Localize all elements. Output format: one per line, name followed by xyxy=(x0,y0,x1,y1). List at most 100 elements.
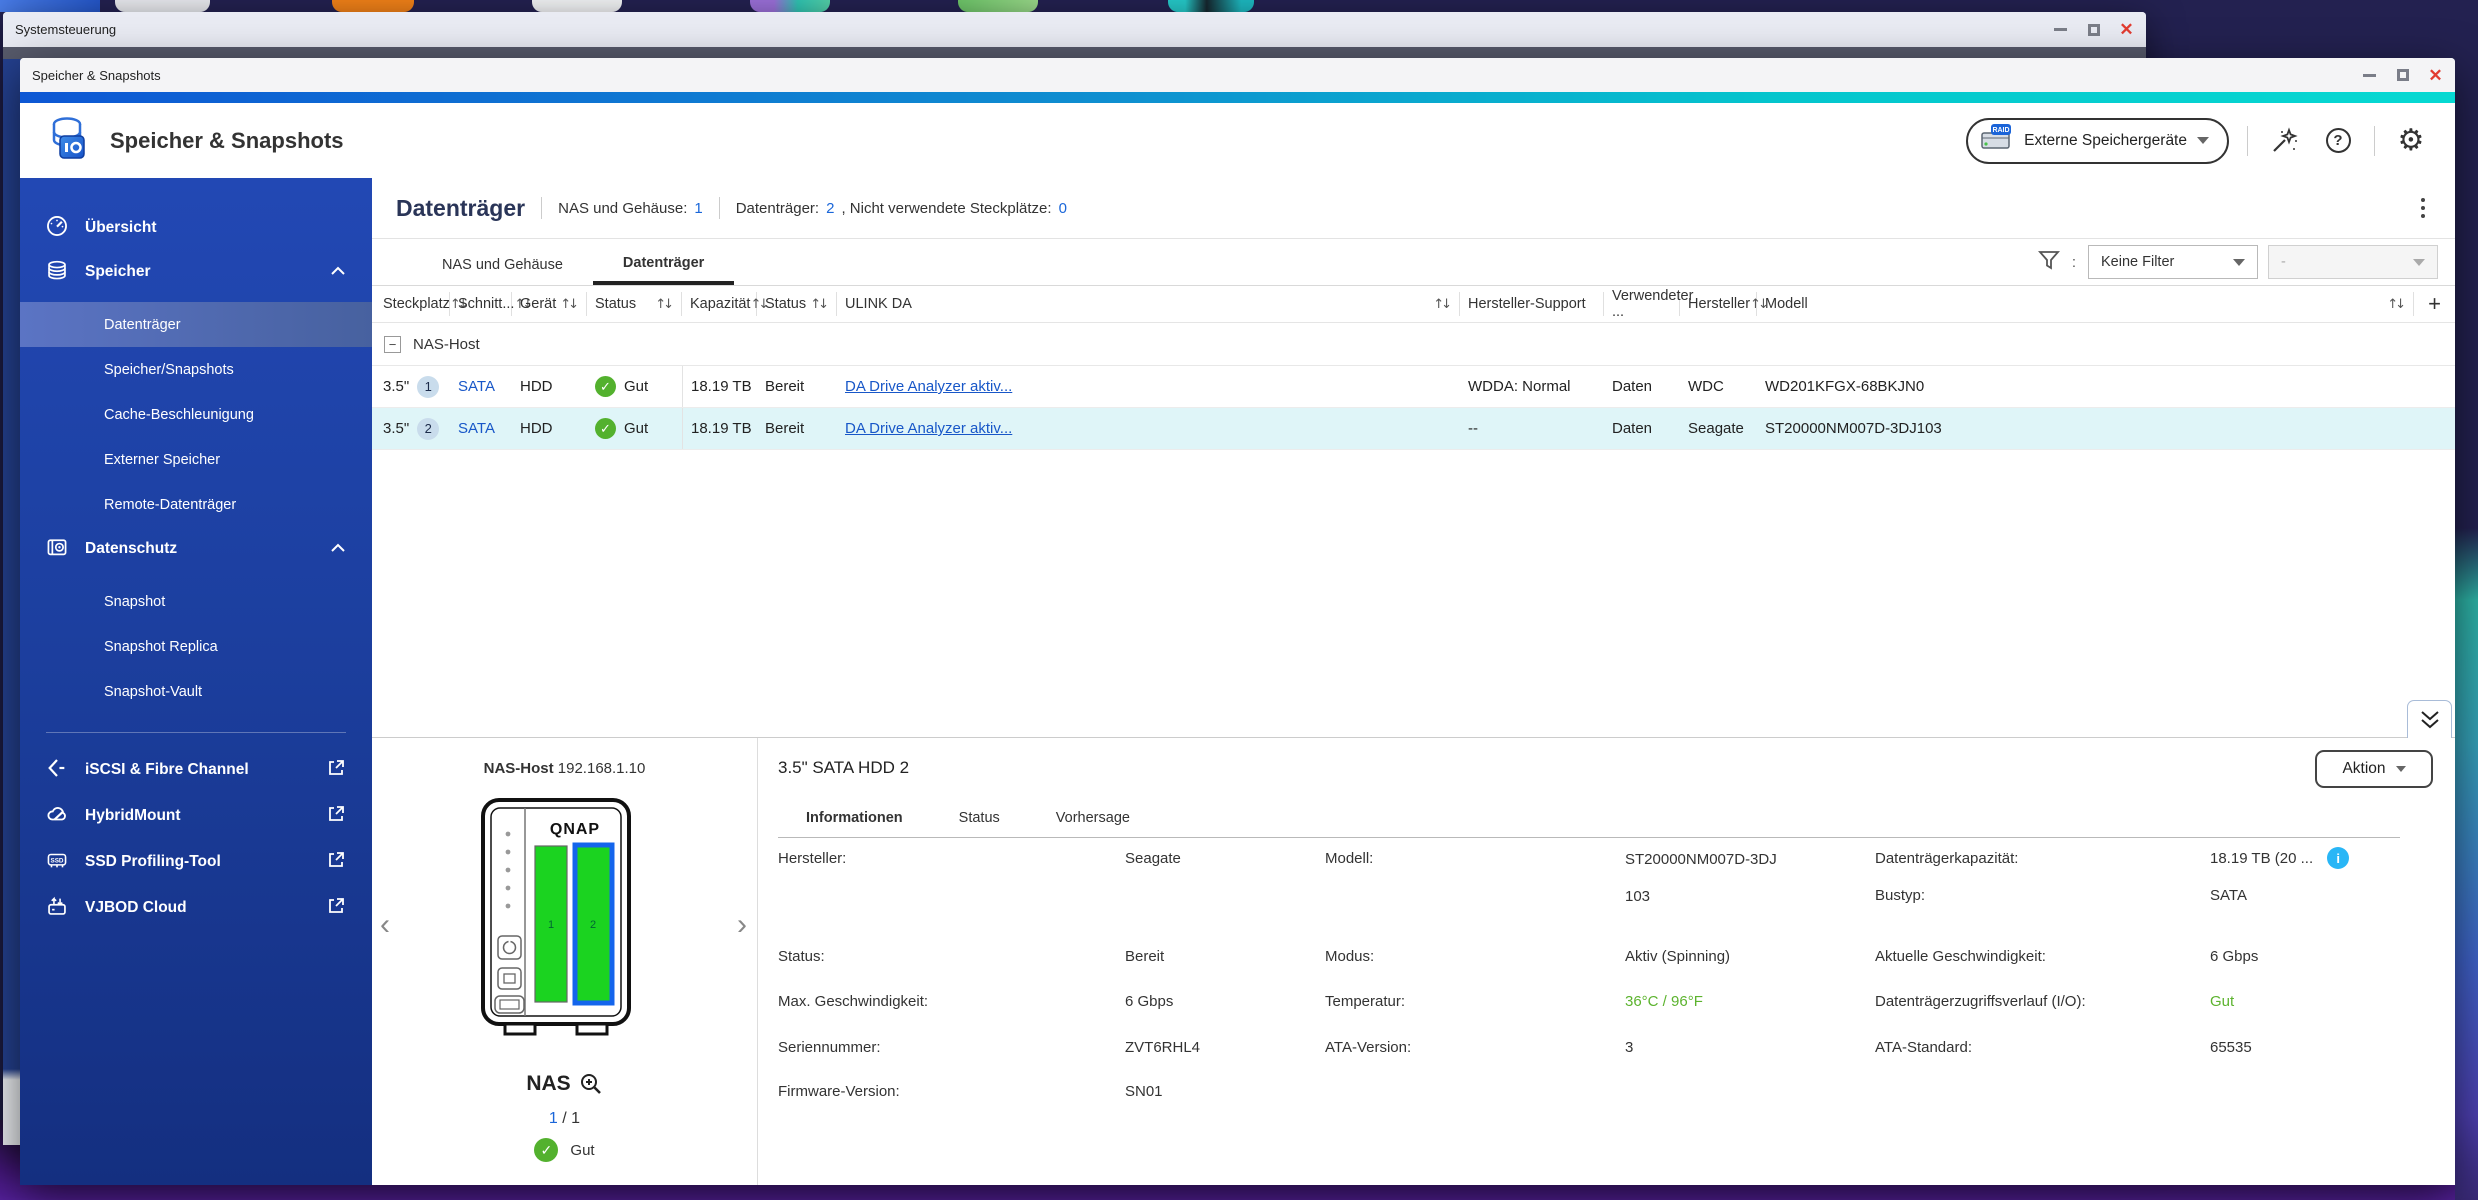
field-value: SATA xyxy=(2210,887,2247,904)
double-chevron-down-icon xyxy=(2417,709,2443,731)
col-geraet: Gerät xyxy=(520,296,556,312)
field-value: 6 Gbps xyxy=(2210,948,2258,965)
field-label: Status: xyxy=(778,948,825,965)
question-icon: ? xyxy=(2326,128,2351,153)
close-button[interactable]: ✕ xyxy=(2119,22,2134,37)
field-label: Aktuelle Geschwindigkeit: xyxy=(1875,948,2046,965)
app-icon xyxy=(46,114,94,167)
svg-text:SSD: SSD xyxy=(50,857,63,864)
page-header: Datenträger NAS und Gehäuse:1 Datenträge… xyxy=(372,178,2455,239)
health-ok-icon: ✓ xyxy=(534,1138,558,1162)
window-titlebar[interactable]: Speicher & Snapshots ✕ xyxy=(20,58,2455,92)
da-analyzer-link[interactable]: DA Drive Analyzer aktiv... xyxy=(845,378,1012,395)
nas-illustration[interactable]: QNAP 1 2 xyxy=(479,796,633,1054)
filter-select[interactable]: Keine Filter xyxy=(2088,245,2258,279)
tab-datentraeger[interactable]: Datenträger xyxy=(593,239,734,285)
info-icon[interactable]: i xyxy=(2327,847,2349,869)
disk-detail-title: 3.5" SATA HDD 2 xyxy=(778,758,909,778)
field-value: ZVT6RHL4 xyxy=(1125,1039,1200,1056)
external-storage-label: Externe Speichergeräte xyxy=(2024,132,2187,150)
col-hersteller: Hersteller xyxy=(1688,296,1750,312)
health-ok-icon: ✓ xyxy=(595,418,616,439)
tab-status[interactable]: Status xyxy=(931,800,1028,836)
tab-nas-und-gehaeuse[interactable]: NAS und Gehäuse xyxy=(412,239,593,285)
field-value: 3 xyxy=(1625,1039,1633,1056)
sidebar-link-hybridmount[interactable]: HybridMount xyxy=(20,793,372,839)
field-label: Temperatur: xyxy=(1325,993,1405,1010)
field-label: Datenträgerzugriffsverlauf (I/O): xyxy=(1875,993,2086,1010)
stat-nas-gehaeuse: NAS und Gehäuse:1 xyxy=(558,200,703,217)
zoom-in-icon[interactable] xyxy=(579,1072,603,1096)
sidebar-link-iscsi[interactable]: iSCSI & Fibre Channel xyxy=(20,747,372,793)
group-label: NAS-Host xyxy=(413,336,480,353)
sidebar-item-datenschutz[interactable]: Datenschutz xyxy=(20,527,372,571)
svg-text:1: 1 xyxy=(548,919,554,931)
close-button[interactable]: ✕ xyxy=(2428,68,2443,83)
divider xyxy=(778,837,2400,838)
interface-link[interactable]: SATA xyxy=(458,378,495,395)
sidebar-item-cache[interactable]: Cache-Beschleunigung xyxy=(20,392,372,437)
filter-secondary-select[interactable]: - xyxy=(2268,245,2438,279)
collapse-panel-button[interactable] xyxy=(2407,700,2452,738)
gauge-icon xyxy=(46,215,68,242)
table-row[interactable]: 3.5"1 SATA HDD ✓Gut 18.19 TB Bereit DA D… xyxy=(372,366,2455,408)
settings-button[interactable]: ⚙ xyxy=(2393,123,2429,159)
stat-datentraeger: Datenträger:2 xyxy=(736,200,835,217)
tab-informationen[interactable]: Informationen xyxy=(778,800,931,836)
help-button[interactable]: ? xyxy=(2320,123,2356,159)
external-storage-button[interactable]: RAID Externe Speichergeräte xyxy=(1966,118,2229,164)
sidebar-item-snapshot-replica[interactable]: Snapshot Replica xyxy=(20,624,372,669)
wizard-button[interactable] xyxy=(2266,123,2302,159)
sidebar-item-label: Übersicht xyxy=(85,219,157,237)
field-value-temperature: 36°C / 96°F xyxy=(1625,993,1703,1010)
table-row-selected[interactable]: 3.5"2 SATA HDD ✓Gut 18.19 TB Bereit DA D… xyxy=(372,408,2455,450)
sort-button[interactable]: ↑↓ xyxy=(560,297,576,312)
raid-drive-icon: RAID xyxy=(1980,123,2014,158)
action-button[interactable]: Aktion xyxy=(2315,750,2433,788)
da-analyzer-link[interactable]: DA Drive Analyzer aktiv... xyxy=(845,420,1012,437)
filter-funnel-icon xyxy=(2038,249,2060,276)
main-content: Datenträger NAS und Gehäuse:1 Datenträge… xyxy=(372,178,2455,1185)
col-schnittstelle: Schnitt... xyxy=(458,296,514,312)
sidebar-item-externer-speicher[interactable]: Externer Speicher xyxy=(20,437,372,482)
external-link-icon xyxy=(326,804,346,829)
sort-button[interactable]: ↑↓ xyxy=(810,297,826,312)
sidebar-item-uebersicht[interactable]: Übersicht xyxy=(20,206,372,250)
field-label: ATA-Standard: xyxy=(1875,1039,1972,1056)
control-panel-titlebar[interactable]: Systemsteuerung ✕ xyxy=(3,12,2146,47)
prev-device-button[interactable]: ‹ xyxy=(380,910,390,940)
tab-vorhersage[interactable]: Vorhersage xyxy=(1028,800,1158,836)
next-device-button[interactable]: › xyxy=(737,910,747,940)
minimize-button[interactable] xyxy=(2362,68,2377,83)
ssd-icon: SSD xyxy=(46,849,68,876)
interface-link[interactable]: SATA xyxy=(458,420,495,437)
sort-button[interactable]: ↑↓ xyxy=(655,297,671,312)
maximize-button[interactable] xyxy=(2086,22,2101,37)
sidebar-item-snapshot-vault[interactable]: Snapshot-Vault xyxy=(20,669,372,714)
collapse-group-button[interactable]: − xyxy=(384,336,401,353)
more-menu-button[interactable] xyxy=(2415,192,2431,224)
stat-steckplaetze: , Nicht verwendete Steckplätze:0 xyxy=(841,200,1066,217)
sidebar-link-vjbod-cloud[interactable]: VJBOD Cloud xyxy=(20,885,372,931)
desktop-icon xyxy=(750,0,830,12)
sidebar-item-snapshot[interactable]: Snapshot xyxy=(20,579,372,624)
sidebar-item-speicher-snapshots[interactable]: Speicher/Snapshots xyxy=(20,347,372,392)
add-column-button[interactable]: + xyxy=(2413,292,2455,316)
sidebar-item-remote-datentraeger[interactable]: Remote-Datenträger xyxy=(20,482,372,527)
storage-snapshots-window: Speicher & Snapshots ✕ Speicher & Snapsh… xyxy=(20,58,2455,1185)
sort-button[interactable]: ↑↓ xyxy=(2387,297,2403,312)
sort-button[interactable]: ↑↓ xyxy=(1433,297,1449,312)
minimize-button[interactable] xyxy=(2053,22,2068,37)
col-status2: Status xyxy=(765,296,806,312)
sidebar-link-ssd-profiling[interactable]: SSD SSD Profiling-Tool xyxy=(20,839,372,885)
accent-gradient-bar xyxy=(20,92,2455,103)
field-value: Bereit xyxy=(1125,948,1164,965)
field-label: Firmware-Version: xyxy=(778,1083,900,1100)
table-group-row: − NAS-Host xyxy=(372,323,2455,366)
table-header: Steckplatz↑↓ Schnitt...↑↓ Gerät↑↓ Status… xyxy=(372,286,2455,323)
sidebar-item-speicher[interactable]: Speicher xyxy=(20,250,372,294)
sidebar-item-datentraeger[interactable]: Datenträger xyxy=(20,302,372,347)
divider xyxy=(719,197,720,219)
maximize-button[interactable] xyxy=(2395,68,2410,83)
cloud-icon xyxy=(46,803,68,830)
